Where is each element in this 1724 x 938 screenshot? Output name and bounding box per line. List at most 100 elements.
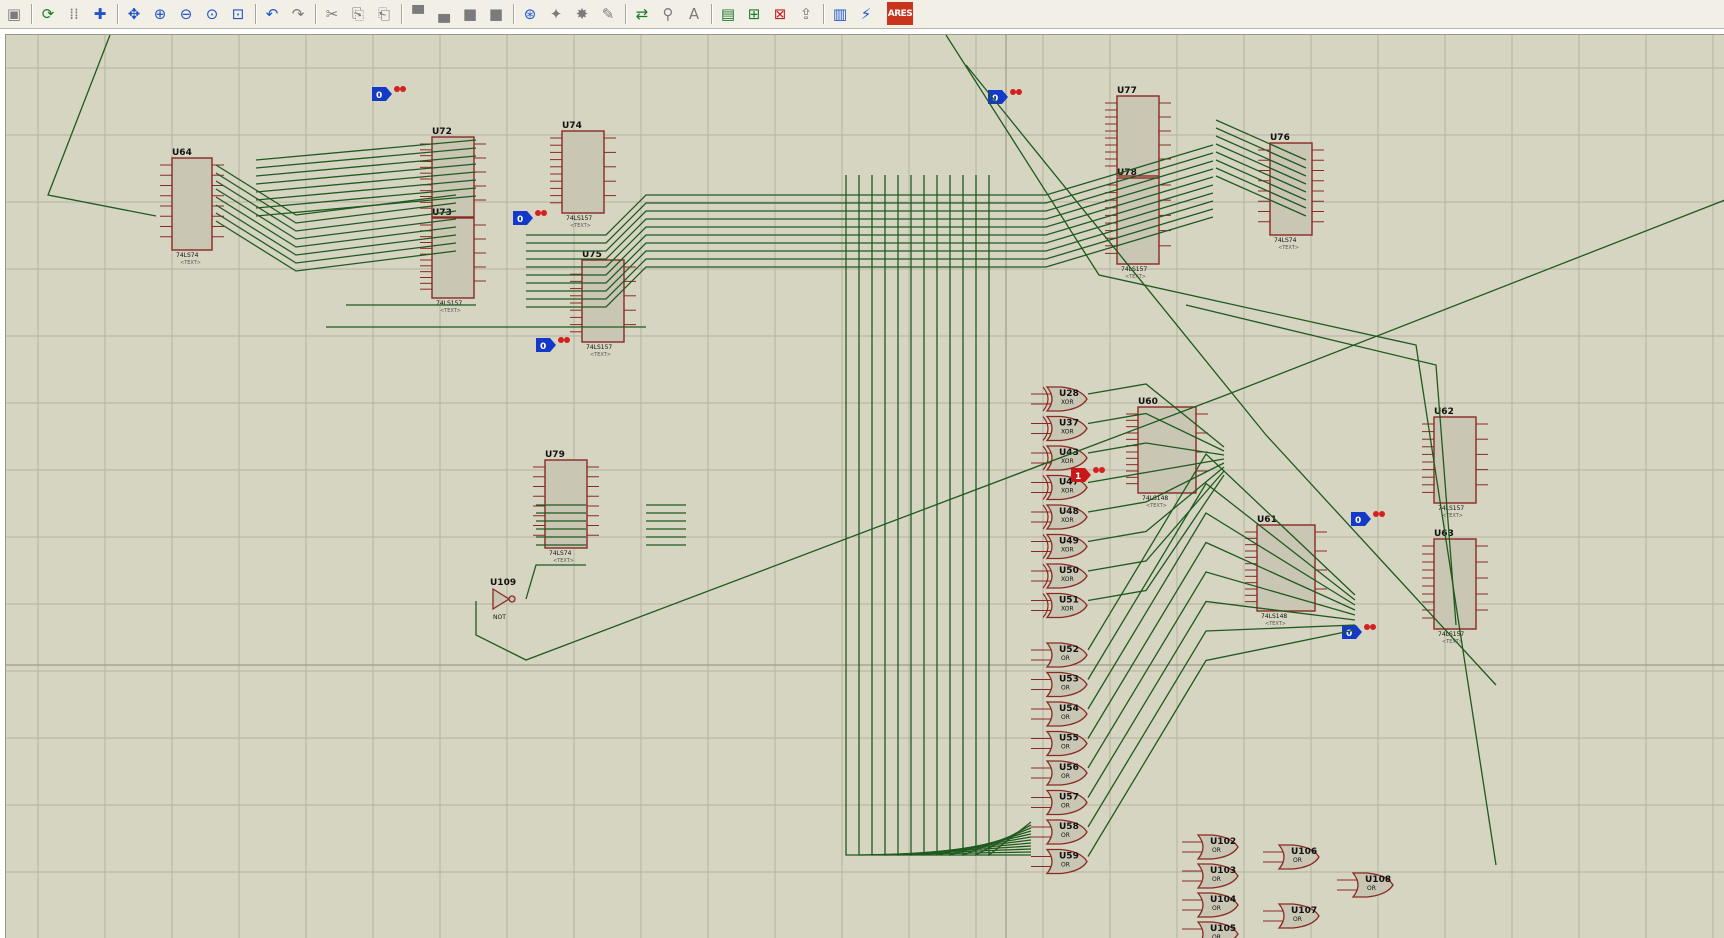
logic-state-terminal[interactable]: 0: [1351, 511, 1385, 526]
chip-u73[interactable]: U7374LS157<TEXT>: [420, 208, 486, 314]
wire[interactable]: [910, 175, 1032, 856]
gate-u106[interactable]: U106OR: [1263, 844, 1320, 870]
gate-u57[interactable]: U57OR: [1031, 789, 1088, 816]
wire[interactable]: [47, 35, 157, 217]
schematic-sheet[interactable]: U6474LS74<TEXT> U7274LS157<TEXT>U7374LS15…: [5, 34, 1724, 938]
gate-u37[interactable]: U37XOR: [1031, 415, 1088, 442]
block-move-icon[interactable]: ▄: [433, 3, 455, 25]
page-icon[interactable]: ▣: [3, 3, 25, 25]
gate-u52[interactable]: U52OR: [1031, 642, 1088, 668]
zoom-area-icon[interactable]: ⊡: [227, 3, 249, 25]
paste-icon[interactable]: ⎗: [373, 3, 395, 25]
pick-device-icon[interactable]: ⊛: [519, 3, 541, 25]
logic-state-terminal[interactable]: 0: [513, 210, 547, 225]
logic-state-terminal[interactable]: 1: [1071, 467, 1105, 482]
block-delete-icon[interactable]: ■: [485, 3, 507, 25]
gate-u48[interactable]: U48XOR: [1031, 504, 1088, 530]
chip-u63[interactable]: U6374LS157<TEXT>: [1422, 529, 1488, 645]
goto-sheet-icon[interactable]: ⇪: [795, 3, 817, 25]
gate-u54[interactable]: U54OR: [1031, 701, 1088, 727]
chip-body[interactable]: [1269, 142, 1313, 236]
chip-body[interactable]: [581, 259, 625, 343]
wire[interactable]: [525, 564, 586, 600]
wire[interactable]: [923, 175, 1032, 856]
chip-u61[interactable]: U61 74LS148<TEXT>: [1245, 515, 1327, 627]
decompose-icon[interactable]: ✎: [597, 3, 619, 25]
gate-u104[interactable]: U104OR: [1182, 892, 1239, 918]
gate-u59[interactable]: U59OR: [1031, 848, 1088, 875]
refresh-icon[interactable]: ⟳: [37, 3, 59, 25]
remove-sheet-icon[interactable]: ⊠: [769, 3, 791, 25]
circuit-layer[interactable]: U6474LS74<TEXT> U7274LS157<TEXT>U7374LS15…: [6, 35, 1724, 938]
gate-u50[interactable]: U50XOR: [1031, 563, 1088, 589]
gate-u103[interactable]: U103OR: [1182, 863, 1239, 889]
chip-u72[interactable]: U7274LS157<TEXT>: [420, 127, 486, 233]
chip-u62[interactable]: U6274LS157<TEXT>: [1422, 407, 1488, 519]
gate-u109[interactable]: U109 NOT: [490, 578, 516, 621]
wire[interactable]: [1087, 624, 1356, 828]
make-device-icon[interactable]: ✦: [545, 3, 567, 25]
wire[interactable]: [884, 175, 1032, 856]
search-icon[interactable]: ⚲: [657, 3, 679, 25]
ares-button[interactable]: ARES: [887, 2, 913, 25]
new-sheet-icon[interactable]: ▤: [717, 3, 739, 25]
chip-body[interactable]: [171, 157, 213, 251]
gate-u51[interactable]: U51XOR: [1031, 592, 1088, 619]
property-assign-icon[interactable]: A: [683, 3, 705, 25]
grid-icon[interactable]: ⁞⁞: [63, 3, 85, 25]
logic-state-terminal[interactable]: 0: [372, 86, 406, 101]
wire[interactable]: [962, 175, 1032, 856]
chip-body[interactable]: [1256, 524, 1316, 612]
wire[interactable]: [845, 175, 1031, 856]
block-rotate-icon[interactable]: ■: [459, 3, 481, 25]
wire-autorouter-icon[interactable]: ⇄: [631, 3, 653, 25]
chip-u79[interactable]: U79 74LS74<TEXT>: [533, 450, 599, 564]
cut-icon[interactable]: ✂: [321, 3, 343, 25]
gate-u53[interactable]: U53OR: [1031, 671, 1088, 698]
redo-icon[interactable]: ↷: [287, 3, 309, 25]
wire[interactable]: [975, 175, 1032, 857]
not-gate-body[interactable]: [492, 587, 511, 611]
wire[interactable]: [1087, 629, 1356, 857]
copy-icon[interactable]: ⎘: [347, 3, 369, 25]
wire[interactable]: [871, 175, 1032, 856]
gate-u56[interactable]: U56OR: [1031, 760, 1088, 786]
logic-state-terminal[interactable]: 0: [988, 89, 1022, 104]
wire[interactable]: [475, 199, 1724, 661]
gate-u58[interactable]: U58OR: [1031, 819, 1088, 845]
wire[interactable]: [526, 184, 1214, 276]
gate-u102[interactable]: U102OR: [1182, 834, 1239, 860]
origin-icon[interactable]: ✚: [89, 3, 111, 25]
electrical-check-icon[interactable]: ⚡: [855, 3, 877, 25]
wire[interactable]: [949, 175, 1032, 856]
gate-u108[interactable]: U108OR: [1337, 872, 1394, 898]
zoom-out-icon[interactable]: ⊖: [175, 3, 197, 25]
wire[interactable]: [897, 175, 1032, 856]
block-copy-icon[interactable]: ▀: [407, 3, 429, 25]
gate-u107[interactable]: U107OR: [1263, 903, 1320, 929]
chip-body[interactable]: [561, 130, 605, 214]
bill-of-materials-icon[interactable]: ▥: [829, 3, 851, 25]
package-tool-icon[interactable]: ✸: [571, 3, 593, 25]
undo-icon[interactable]: ↶: [261, 3, 283, 25]
chip-u64[interactable]: U64 74LS74<TEXT>: [160, 148, 224, 266]
chip-u75[interactable]: U7574LS157<TEXT>: [570, 250, 636, 358]
logic-state-terminal[interactable]: 0: [536, 337, 570, 352]
wire[interactable]: [1215, 119, 1307, 161]
chip-body[interactable]: [431, 217, 475, 299]
wire[interactable]: [1185, 304, 1457, 626]
chip-body[interactable]: [544, 459, 588, 549]
gate-u55[interactable]: U55OR: [1031, 730, 1088, 757]
wire[interactable]: [526, 160, 1214, 252]
chip-body[interactable]: [1433, 416, 1477, 504]
gate-u28[interactable]: U28XOR: [1031, 386, 1088, 412]
schematic-workspace[interactable]: U6474LS74<TEXT> U7274LS157<TEXT>U7374LS15…: [0, 32, 1724, 938]
pan-icon[interactable]: ✥: [123, 3, 145, 25]
zoom-all-icon[interactable]: ⊙: [201, 3, 223, 25]
wire[interactable]: [988, 175, 1032, 857]
wire[interactable]: [936, 175, 1032, 856]
gate-u105[interactable]: U105OR: [1182, 921, 1239, 938]
add-sheet-icon[interactable]: ⊞: [743, 3, 765, 25]
zoom-in-icon[interactable]: ⊕: [149, 3, 171, 25]
chip-u74[interactable]: U74 74LS157<TEXT>: [550, 121, 616, 229]
